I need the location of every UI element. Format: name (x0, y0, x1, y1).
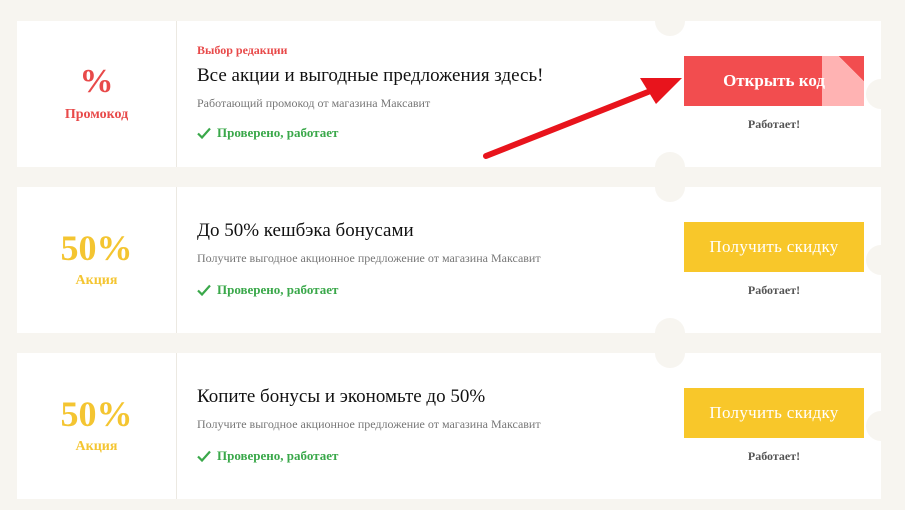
open-code-button-label: Открыть код (723, 71, 825, 90)
